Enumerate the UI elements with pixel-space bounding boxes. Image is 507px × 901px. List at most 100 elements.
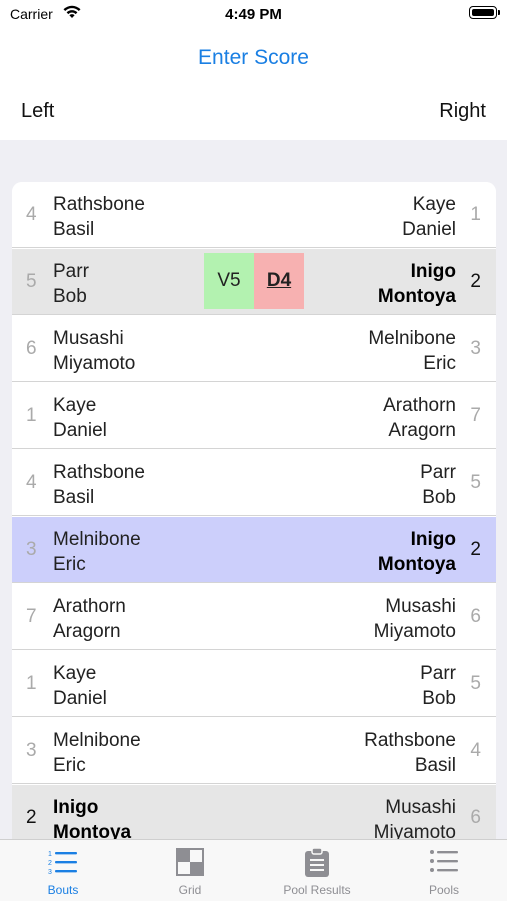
bout-row[interactable]: 5 Parr Bob V5 D4 Inigo Montoya 2	[12, 249, 496, 315]
right-fencer-name: Rathsbone Basil	[364, 728, 456, 778]
right-fencer-number: 5	[470, 673, 481, 694]
left-fencer-number: 4	[26, 204, 37, 225]
right-fencer-first-name: Aragorn	[388, 420, 456, 441]
numbered-list-icon: 1 2 3	[0, 848, 126, 878]
right-fencer-first-name: Daniel	[402, 219, 456, 240]
right-fencer-number: 2	[470, 539, 481, 560]
enter-score-button[interactable]: Enter Score	[0, 46, 507, 70]
right-fencer-first-name: Montoya	[377, 554, 456, 575]
right-fencer-number: 2	[470, 271, 481, 292]
right-fencer-first-name: Bob	[422, 487, 456, 508]
left-fencer-number: 2	[26, 807, 37, 828]
left-fencer-first-name: Basil	[53, 219, 95, 240]
left-fencer-first-name: Daniel	[53, 420, 107, 441]
bout-row[interactable]: 2 Inigo Montoya Musashi Miyamoto 6	[12, 785, 496, 839]
left-fencer-name: Melnibone Eric	[53, 527, 141, 577]
left-fencer-number: 1	[26, 405, 37, 426]
left-fencer-name: Rathsbone Basil	[53, 460, 145, 510]
right-fencer-name: Melnibone Eric	[368, 326, 456, 376]
left-fencer-last-name: Kaye	[53, 395, 97, 416]
left-fencer-last-name: Musashi	[53, 328, 124, 349]
right-fencer-number: 6	[470, 606, 481, 627]
right-fencer-name: Kaye Daniel	[402, 192, 456, 242]
bout-row[interactable]: 1 Kaye Daniel Parr Bob 5	[12, 651, 496, 717]
left-fencer-name: Kaye Daniel	[53, 393, 107, 443]
right-fencer-name: Inigo Montoya	[378, 527, 456, 577]
left-fencer-first-name: Daniel	[53, 688, 107, 709]
right-fencer-last-name: Parr	[420, 462, 456, 483]
right-fencer-number: 3	[470, 338, 481, 359]
right-fencer-first-name: Miyamoto	[373, 822, 456, 839]
status-bar: Carrier 4:49 PM	[0, 0, 507, 28]
left-fencer-first-name: Eric	[53, 554, 86, 575]
left-fencer-number: 3	[26, 740, 37, 761]
right-fencer-first-name: Bob	[422, 688, 456, 709]
left-fencer-last-name: Inigo	[53, 797, 99, 818]
right-fencer-first-name: Basil	[414, 755, 456, 776]
left-fencer-last-name: Parr	[53, 261, 89, 282]
left-fencer-name: Inigo Montoya	[53, 795, 131, 839]
right-fencer-first-name: Montoya	[377, 286, 456, 307]
left-fencer-name: Musashi Miyamoto	[53, 326, 135, 376]
left-fencer-last-name: Melnibone	[53, 730, 141, 751]
left-fencer-last-name: Arathorn	[53, 596, 126, 617]
left-fencer-number: 6	[26, 338, 37, 359]
right-fencer-last-name: Parr	[420, 663, 456, 684]
left-fencer-name: Parr Bob	[53, 259, 89, 309]
right-fencer-name: Arathorn Aragorn	[383, 393, 456, 443]
right-fencer-name: Parr Bob	[420, 460, 456, 510]
right-fencer-number: 1	[470, 204, 481, 225]
bout-row[interactable]: 7 Arathorn Aragorn Musashi Miyamoto 6	[12, 584, 496, 650]
right-fencer-first-name: Miyamoto	[373, 621, 456, 642]
bout-row[interactable]: 4 Rathsbone Basil Kaye Daniel 1	[12, 182, 496, 248]
list-icon	[381, 848, 507, 878]
left-fencer-last-name: Rathsbone	[53, 194, 145, 215]
left-fencer-name: Kaye Daniel	[53, 661, 107, 711]
tab-pool-results[interactable]: Pool Results	[254, 840, 380, 901]
clock: 4:49 PM	[225, 6, 282, 23]
right-column-header: Right	[439, 100, 486, 122]
right-fencer-last-name: Inigo	[410, 529, 456, 550]
right-fencer-number: 6	[470, 807, 481, 828]
right-fencer-name: Parr Bob	[420, 661, 456, 711]
grid-icon	[127, 848, 253, 878]
left-fencer-last-name: Rathsbone	[53, 462, 145, 483]
svg-text:2: 2	[48, 860, 52, 867]
right-fencer-last-name: Musashi	[385, 797, 456, 818]
right-fencer-first-name: Eric	[423, 353, 456, 374]
tab-bouts[interactable]: 1 2 3 Bouts	[0, 840, 126, 901]
left-fencer-first-name: Aragorn	[53, 621, 121, 642]
right-fencer-name: Musashi Miyamoto	[374, 594, 456, 644]
tab-pool-results-label: Pool Results	[283, 883, 351, 897]
right-score-defeat[interactable]: D4	[254, 253, 304, 309]
tab-bouts-label: Bouts	[47, 883, 79, 897]
clipboard-icon	[254, 848, 380, 878]
svg-text:3: 3	[48, 869, 52, 876]
left-fencer-number: 3	[26, 539, 37, 560]
bout-row-selected[interactable]: 3 Melnibone Eric Inigo Montoya 2	[12, 517, 496, 583]
left-fencer-name: Arathorn Aragorn	[53, 594, 126, 644]
bout-row[interactable]: 1 Kaye Daniel Arathorn Aragorn 7	[12, 383, 496, 449]
left-fencer-number: 5	[26, 271, 37, 292]
tab-pools[interactable]: Pools	[381, 840, 507, 901]
svg-text:1: 1	[48, 851, 52, 858]
right-fencer-last-name: Musashi	[385, 596, 456, 617]
right-fencer-last-name: Kaye	[412, 194, 456, 215]
right-fencer-name: Inigo Montoya	[378, 259, 456, 309]
right-fencer-last-name: Rathsbone	[364, 730, 456, 751]
left-fencer-number: 4	[26, 472, 37, 493]
tab-grid-label: Grid	[178, 883, 202, 897]
tab-grid[interactable]: Grid	[127, 840, 253, 901]
right-fencer-last-name: Arathorn	[383, 395, 456, 416]
right-fencer-name: Musashi Miyamoto	[374, 795, 456, 839]
right-fencer-last-name: Melnibone	[368, 328, 456, 349]
bout-row[interactable]: 3 Melnibone Eric Rathsbone Basil 4	[12, 718, 496, 784]
left-score-victory[interactable]: V5	[204, 253, 254, 309]
right-fencer-number: 5	[470, 472, 481, 493]
right-fencer-last-name: Inigo	[410, 261, 456, 282]
bout-row[interactable]: 6 Musashi Miyamoto Melnibone Eric 3	[12, 316, 496, 382]
bout-row[interactable]: 4 Rathsbone Basil Parr Bob 5	[12, 450, 496, 516]
left-fencer-first-name: Miyamoto	[53, 353, 136, 374]
bout-list[interactable]: 4 Rathsbone Basil Kaye Daniel 1 5 Parr Bob …	[12, 182, 496, 839]
left-fencer-name: Melnibone Eric	[53, 728, 141, 778]
